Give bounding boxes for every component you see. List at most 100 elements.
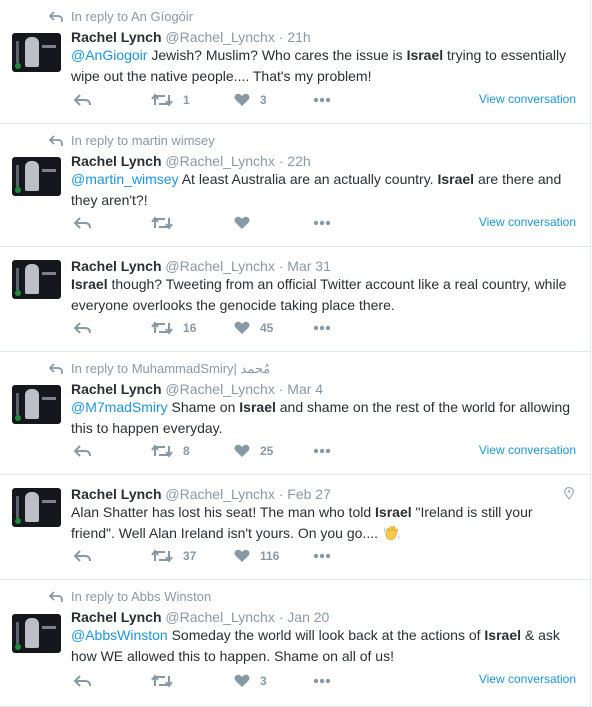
retweet-icon [151,93,173,107]
retweet-button[interactable]: 8 [151,444,190,458]
more-icon [313,553,331,559]
more-icon [313,220,331,226]
retweet-count: 1 [183,93,190,107]
tweet-text-part: Shame on [167,399,240,415]
like-button[interactable]: 3 [234,674,267,688]
like-count: 3 [260,674,267,688]
user-handle[interactable]: @Rachel_Lynchx [165,29,274,45]
reply-context-label: In reply to An Gíogóir [71,9,194,24]
more-button[interactable] [313,448,331,454]
retweet-count: 37 [183,549,197,563]
retweet-icon [151,444,173,458]
user-name[interactable]: Rachel Lynch [71,486,162,502]
more-icon [313,678,331,684]
like-button[interactable]: 3 [234,93,267,107]
like-button[interactable]: 116 [234,549,279,563]
reply-context[interactable]: In reply to An Gíogóir [49,9,193,24]
reply-button[interactable] [74,674,91,688]
retweet-button[interactable]: 16 [151,321,196,335]
tweet[interactable]: In reply to Abbs Winston Rachel Lynch @R… [0,580,590,707]
user-handle[interactable]: @Rachel_Lynchx [165,609,274,625]
tweet[interactable]: In reply to An Gíogóir Rachel Lynch @Rac… [0,0,590,124]
avatar[interactable] [12,33,61,72]
view-conversation-link[interactable]: View conversation [479,215,576,229]
user-name[interactable]: Rachel Lynch [71,29,162,45]
user-handle[interactable]: @Rachel_Lynchx [165,381,274,397]
separator: · [278,153,284,169]
tweet-text-part: Someday the world will look back at the … [167,627,485,643]
avatar[interactable] [12,488,61,527]
user-name[interactable]: Rachel Lynch [71,153,162,169]
retweet-icon [151,321,173,335]
more-button[interactable] [313,325,331,331]
reply-button[interactable] [74,321,91,335]
reply-context[interactable]: In reply to Abbs Winston [49,589,211,604]
reply-button[interactable] [74,93,91,107]
view-conversation-link[interactable]: View conversation [479,92,576,106]
highlighted-term: Israel [71,276,108,292]
retweet-button[interactable] [151,674,183,688]
retweet-count: 8 [183,444,190,458]
heart-icon [234,674,250,688]
retweet-button[interactable] [151,216,183,230]
timestamp[interactable]: 21h [287,29,310,45]
user-handle[interactable]: @Rachel_Lynchx [165,153,274,169]
user-name[interactable]: Rachel Lynch [71,381,162,397]
tweet-text: @AbbsWinston Someday the world will look… [71,625,576,667]
separator: · [278,381,284,397]
like-button[interactable]: 25 [234,444,273,458]
retweet-button[interactable]: 1 [151,93,190,107]
like-button[interactable] [234,216,260,230]
reply-button[interactable] [74,216,91,230]
reply-button[interactable] [74,549,91,563]
tweet-text-part: At least Australia are an actually count… [178,171,438,187]
user-name[interactable]: Rachel Lynch [71,609,162,625]
timestamp[interactable]: Feb 27 [287,486,331,502]
location-pin-icon[interactable] [564,487,574,500]
retweet-icon [151,674,173,688]
tweet-text: Alan Shatter has lost his seat! The man … [71,502,576,544]
more-button[interactable] [313,97,331,103]
reply-icon [74,321,91,335]
avatar[interactable] [12,614,61,653]
reply-context[interactable]: In reply to martin wimsey [49,133,215,148]
user-name[interactable]: Rachel Lynch [71,258,162,274]
reply-context[interactable]: In reply to MuhammadSmiry| مُحمد [49,361,270,377]
view-conversation-link[interactable]: View conversation [479,443,576,457]
mention-link[interactable]: @M7madSmiry [71,399,168,415]
mention-link[interactable]: @AbbsWinston [71,627,168,643]
tweet[interactable]: In reply to martin wimsey Rachel Lynch @… [0,124,590,247]
highlighted-term: Israel [406,47,444,63]
tweet-text-part: Jewish? Muslim? Who cares the issue is [147,47,407,63]
timestamp[interactable]: Jan 20 [287,609,329,625]
tweet-actions: 16 45 [71,321,341,341]
highlighted-term: Israel [437,171,475,187]
timestamp[interactable]: 22h [287,153,310,169]
mention-link[interactable]: @AnGiogoir [71,47,147,63]
tweet-actions [71,216,341,236]
reply-icon [49,10,63,23]
avatar[interactable] [12,157,61,196]
avatar[interactable] [12,260,61,299]
reply-icon [74,93,91,107]
user-handle[interactable]: @Rachel_Lynchx [165,258,274,274]
retweet-icon [151,549,173,563]
tweet[interactable]: In reply to MuhammadSmiry| مُحمد Rachel … [0,352,590,475]
reply-icon [74,549,91,563]
retweet-button[interactable]: 37 [151,549,196,563]
more-button[interactable] [313,553,331,559]
tweet-header: Rachel Lynch @Rachel_Lynchx · Mar 31 [71,258,331,274]
more-button[interactable] [313,678,331,684]
like-button[interactable]: 45 [234,321,273,335]
user-handle[interactable]: @Rachel_Lynchx [165,486,274,502]
reply-button[interactable] [74,444,91,458]
timestamp[interactable]: Mar 4 [287,381,323,397]
tweet[interactable]: Rachel Lynch @Rachel_Lynchx · Feb 27 Ala… [0,475,590,580]
timestamp[interactable]: Mar 31 [287,258,331,274]
mention-link[interactable]: @martin_wimsey [71,171,179,187]
more-button[interactable] [313,220,331,226]
tweet[interactable]: Rachel Lynch @Rachel_Lynchx · Mar 31 Isr… [0,247,590,352]
tweet-actions: 8 25 [71,444,341,464]
avatar[interactable] [12,385,61,424]
view-conversation-link[interactable]: View conversation [479,672,576,686]
